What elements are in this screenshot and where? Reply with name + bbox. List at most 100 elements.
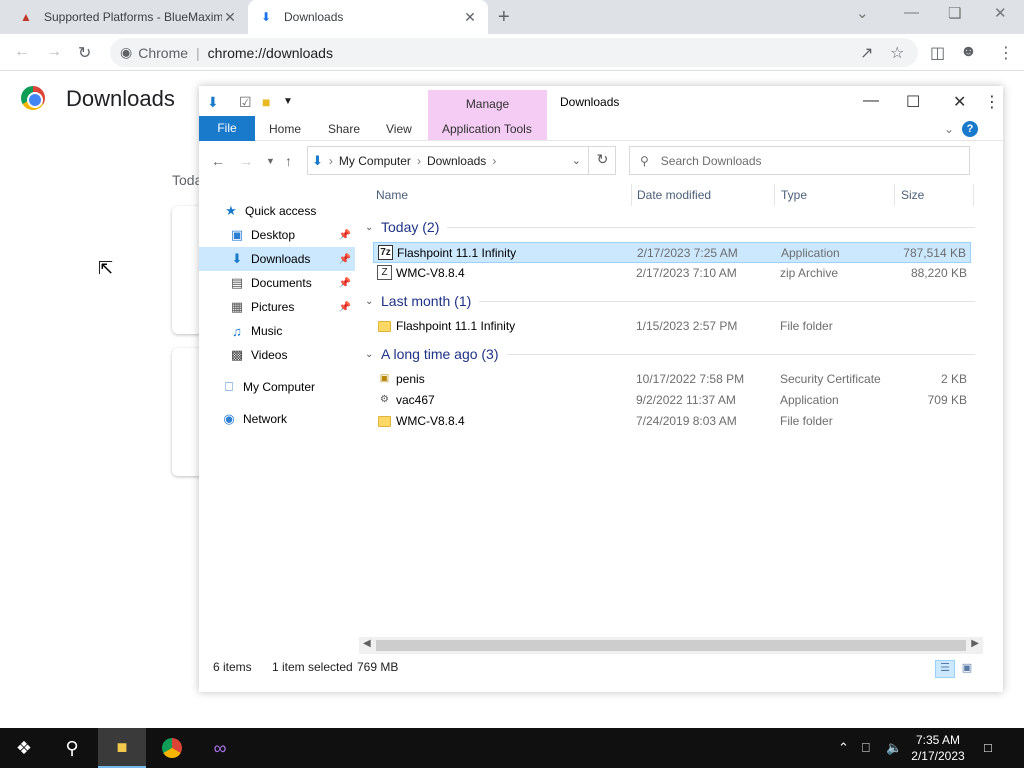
address-dropdown-icon[interactable]: ⌄ (572, 154, 581, 167)
file-row[interactable]: Z WMC-V8.8.4 2/17/2023 7:10 AM zip Archi… (373, 263, 971, 284)
close-tab-icon[interactable]: ✕ (462, 9, 478, 26)
column-header-date-modified[interactable]: Date modified (637, 182, 711, 208)
network-tray-icon[interactable]: ⎕ (862, 740, 870, 756)
group-header-today[interactable]: ⌄ Today (2) (365, 216, 975, 238)
reload-button[interactable]: ↻ (78, 43, 91, 63)
close-tab-icon[interactable]: ✕ (222, 9, 238, 26)
notification-center-icon[interactable]: □ (984, 740, 992, 755)
tab-view[interactable]: View (386, 122, 412, 136)
file-explorer-icon[interactable]: ■ (98, 728, 146, 768)
side-panel-icon[interactable]: ◫ (930, 43, 945, 63)
chevron-right-icon[interactable]: › (417, 154, 421, 168)
chevron-right-icon[interactable]: › (329, 154, 333, 168)
close-window-button[interactable]: ✕ (953, 92, 966, 112)
nav-label: Pictures (251, 300, 295, 314)
tab-file[interactable]: File (199, 116, 255, 141)
tab-home[interactable]: Home (269, 122, 301, 136)
expand-ribbon-icon[interactable]: ⌄ (944, 122, 954, 136)
pin-icon: 📌 (338, 277, 351, 289)
tab-downloads[interactable]: ⬇ Downloads ✕ (248, 0, 488, 34)
new-folder-icon[interactable]: ■ (262, 94, 270, 110)
refresh-button[interactable]: ↻ (588, 146, 616, 175)
breadcrumb-my-computer[interactable]: My Computer (339, 154, 411, 168)
forward-button[interactable]: → (239, 153, 253, 169)
today-label: Toda (172, 172, 203, 188)
column-header-size[interactable]: Size (901, 182, 924, 208)
tab-search-icon[interactable]: ⌄ (856, 4, 869, 22)
column-separator[interactable] (631, 184, 632, 206)
forward-button[interactable]: → (46, 43, 62, 61)
address-bar[interactable]: ⬇ › My Computer › Downloads › ⌄ (307, 146, 616, 175)
file-name: vac467 (396, 393, 435, 407)
horizontal-scrollbar[interactable]: ◀ ▶ (359, 637, 983, 654)
tab-title: Supported Platforms - BlueMaxim (44, 10, 222, 24)
properties-icon[interactable]: ☑ (239, 94, 252, 111)
nav-item-videos[interactable]: ▩ Videos (199, 343, 355, 367)
column-separator[interactable] (774, 184, 775, 206)
file-row[interactable]: Flashpoint 11.1 Infinity 1/15/2023 2:57 … (373, 316, 971, 337)
help-icon[interactable]: ? (962, 121, 978, 137)
file-type: Application (781, 246, 840, 260)
app-icon: ⚙ (380, 394, 389, 405)
chrome-menu-kebab-icon[interactable]: ⋮ (984, 92, 1000, 112)
chevron-right-icon[interactable]: › (492, 154, 496, 168)
minimize-button[interactable]: — (863, 92, 879, 110)
search-input[interactable]: ⚲ Search Downloads (629, 146, 970, 175)
nav-item-downloads[interactable]: ⬇ Downloads 📌 (199, 247, 355, 271)
profile-avatar-icon[interactable]: ☻ (960, 43, 977, 61)
column-separator[interactable] (973, 184, 974, 206)
details-view-icon[interactable]: ☰ (935, 660, 955, 678)
pin-icon: 📌 (338, 253, 351, 265)
file-row[interactable]: WMC-V8.8.4 7/24/2019 8:03 AM File folder (373, 411, 971, 432)
show-hidden-icons-chevron-icon[interactable]: ⌃ (838, 740, 849, 756)
nav-item-my-computer[interactable]: ⎕ My Computer (221, 375, 377, 399)
omnibox[interactable]: ◉ Chrome | chrome://downloads (110, 38, 918, 67)
file-row[interactable]: ▣ penis 10/17/2022 7:58 PM Security Cert… (373, 369, 971, 390)
clock-time: 7:35 AM (915, 733, 961, 747)
share-icon[interactable]: ↗ (860, 43, 873, 63)
close-window-button[interactable]: ✕ (994, 4, 1007, 22)
volume-icon[interactable]: 🔈 (886, 740, 902, 756)
new-tab-button[interactable]: + (498, 6, 510, 29)
nav-item-music[interactable]: ♫ Music (199, 319, 355, 343)
back-button[interactable]: ← (14, 43, 30, 61)
visual-studio-icon[interactable]: ∞ (196, 728, 244, 768)
bookmark-star-icon[interactable]: ☆ (890, 43, 904, 63)
back-button[interactable]: ← (211, 153, 225, 169)
breadcrumb-downloads[interactable]: Downloads (427, 154, 486, 168)
search-icon[interactable]: ⚲ (48, 728, 96, 768)
group-header-last-month[interactable]: ⌄ Last month (1) (365, 290, 975, 312)
chrome-taskbar-icon[interactable] (148, 728, 196, 768)
nav-item-desktop[interactable]: ▣ Desktop 📌 (199, 223, 355, 247)
group-header-a-long-time-ago[interactable]: ⌄ A long time ago (3) (365, 343, 975, 365)
tab-share[interactable]: Share (328, 122, 360, 136)
qat-dropdown-icon[interactable]: ▼ (283, 96, 293, 107)
up-button[interactable]: ↑ (285, 153, 292, 169)
maximize-button[interactable]: ☐ (906, 92, 920, 112)
large-icons-view-icon[interactable]: ▣ (957, 660, 977, 678)
file-row[interactable]: 7z Flashpoint 11.1 Infinity 2/17/2023 7:… (373, 242, 971, 263)
file-row[interactable]: ⚙ vac467 9/2/2022 11:37 AM Application 7… (373, 390, 971, 411)
nav-item-pictures[interactable]: ▦ Pictures 📌 (199, 295, 355, 319)
column-separator[interactable] (894, 184, 895, 206)
recent-locations-icon[interactable]: ▼ (266, 156, 275, 166)
nav-item-quick-access[interactable]: ★ Quick access (223, 199, 379, 223)
scroll-right-icon[interactable]: ▶ (971, 638, 979, 649)
menu-kebab-icon[interactable]: ⋮ (998, 43, 1014, 63)
tab-application-tools[interactable]: Application Tools (442, 122, 532, 136)
download-icon: ⬇ (312, 152, 323, 168)
nav-item-documents[interactable]: ▤ Documents 📌 (199, 271, 355, 295)
start-windows-icon[interactable]: ❖ (0, 728, 48, 768)
chrome-tabstrip: ▲ Supported Platforms - BlueMaxim ✕ ⬇ Do… (0, 0, 1024, 34)
tab-supported-platforms[interactable]: ▲ Supported Platforms - BlueMaxim ✕ (8, 0, 248, 34)
system-clock[interactable]: 7:35 AM 2/17/2023 (906, 732, 970, 764)
file-size: 88,220 KB (910, 266, 967, 280)
scrollbar-thumb[interactable] (376, 640, 966, 651)
column-header-type[interactable]: Type (781, 182, 807, 208)
column-header-name[interactable]: Name (376, 182, 408, 208)
nav-item-network[interactable]: ◉ Network (221, 407, 377, 431)
minimize-button[interactable]: — (904, 4, 919, 21)
scroll-left-icon[interactable]: ◀ (363, 638, 371, 649)
nav-label: Network (243, 412, 288, 426)
restore-button[interactable]: ❏ (948, 4, 961, 22)
